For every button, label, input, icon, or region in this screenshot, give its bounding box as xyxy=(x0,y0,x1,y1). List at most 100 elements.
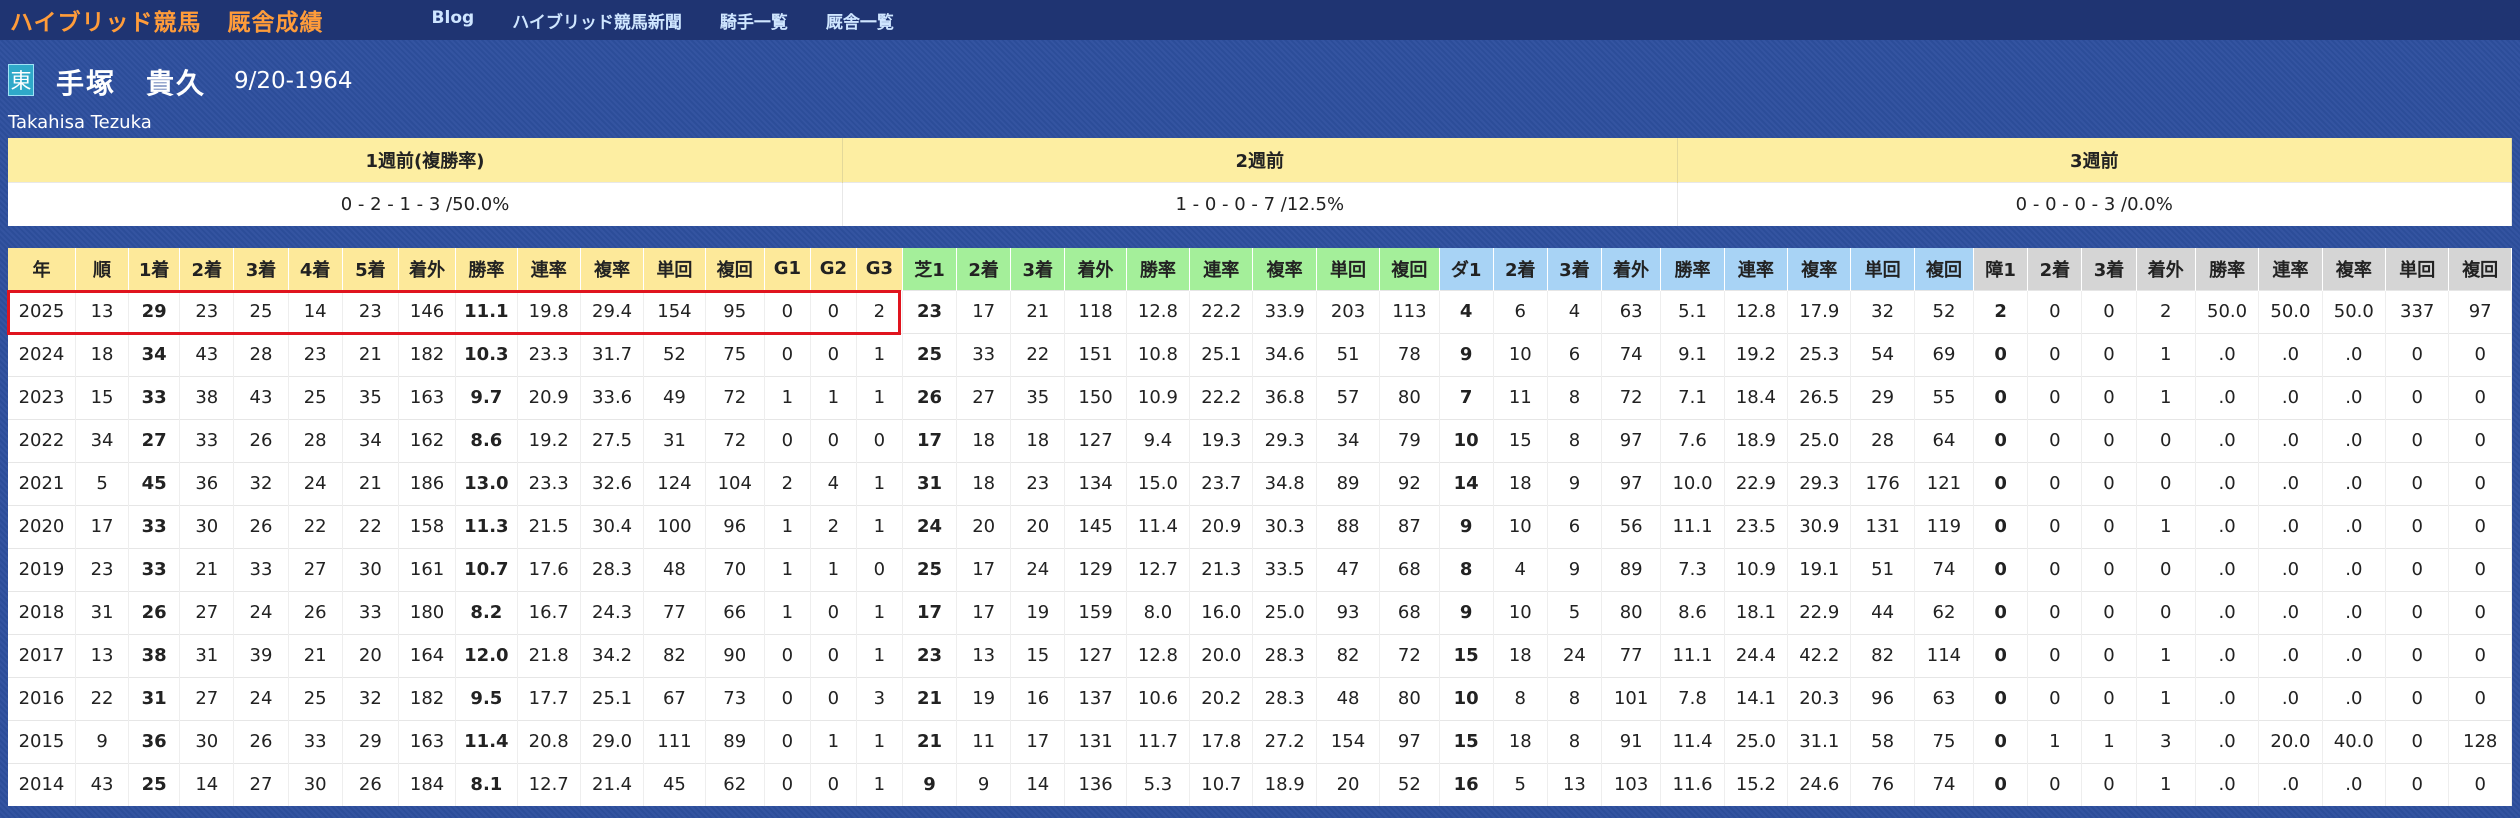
stats-cell: 18 xyxy=(956,461,1012,505)
stats-cell: 1 xyxy=(764,504,811,548)
stats-col-header[interactable]: 複率 xyxy=(580,248,645,290)
stats-col-header[interactable]: 2着 xyxy=(1493,248,1548,290)
stats-col-header[interactable]: 障1 xyxy=(1973,248,2029,290)
stats-cell: 31 xyxy=(643,418,706,462)
trainer-name: 手塚 貴久 xyxy=(56,67,207,100)
stats-cell: 0 xyxy=(2385,504,2450,548)
stats-cell: 16.0 xyxy=(1189,590,1254,634)
stats-col-header[interactable]: 着外 xyxy=(2136,248,2196,290)
stats-col-header[interactable]: 単回 xyxy=(1850,248,1915,290)
stats-cell: 9.5 xyxy=(455,676,518,720)
stats-cell: 3 xyxy=(2136,719,2196,763)
stats-cell: 1 xyxy=(2136,762,2196,806)
stats-col-header[interactable]: 勝率 xyxy=(455,248,518,290)
stats-cell: 21 xyxy=(342,332,399,376)
stats-col-header[interactable]: 着外 xyxy=(398,248,457,290)
stats-cell: 101 xyxy=(1601,676,1662,720)
site-brand[interactable]: ハイブリッド競馬 xyxy=(10,3,202,37)
stats-cell: 29.3 xyxy=(1787,461,1852,505)
stats-cell: 136 xyxy=(1064,762,1127,806)
stats-col-header[interactable]: 連率 xyxy=(2258,248,2323,290)
stats-col-header[interactable]: 年 xyxy=(8,248,76,290)
stats-cell: 79 xyxy=(1379,418,1440,462)
stats-col-header[interactable]: 複回 xyxy=(2448,248,2512,290)
stats-cell: .0 xyxy=(2195,719,2260,763)
stats-cell: 31 xyxy=(75,590,130,634)
stats-cell: 8.6 xyxy=(455,418,518,462)
stats-col-header[interactable]: 複率 xyxy=(1252,248,1317,290)
stats-cell: 12.8 xyxy=(1724,289,1789,333)
stats-cell: 87 xyxy=(1379,504,1440,548)
stats-cell: 163 xyxy=(398,375,457,419)
nav-stable-list[interactable]: 厩舎一覧 xyxy=(826,8,894,33)
nav-jockey-list[interactable]: 騎手一覧 xyxy=(720,8,788,33)
stats-col-header[interactable]: 順 xyxy=(75,248,130,290)
stats-cell: 11.4 xyxy=(1126,504,1191,548)
stats-col-header[interactable]: G1 xyxy=(764,248,811,290)
stats-col-header[interactable]: 勝率 xyxy=(2195,248,2260,290)
stats-cell: 4 xyxy=(810,461,857,505)
stats-col-header[interactable]: 2着 xyxy=(956,248,1012,290)
stats-cell: 121 xyxy=(1914,461,1975,505)
stats-col-header[interactable]: 単回 xyxy=(1316,248,1381,290)
stats-cell: 337 xyxy=(2385,289,2450,333)
stats-cell: 24 xyxy=(233,676,289,720)
stats-col-header[interactable]: 着外 xyxy=(1064,248,1127,290)
stats-col-header[interactable]: 複回 xyxy=(1379,248,1440,290)
stats-cell: 74 xyxy=(1914,762,1975,806)
stats-col-header[interactable]: 2着 xyxy=(2027,248,2083,290)
stats-cell: 1 xyxy=(810,375,857,419)
stats-cell: 20.2 xyxy=(1189,676,1254,720)
stats-cell: 21.5 xyxy=(517,504,581,548)
stats-col-header[interactable]: 3着 xyxy=(1010,248,1066,290)
stats-col-header[interactable]: 1着 xyxy=(128,248,181,290)
stats-cell: 1 xyxy=(2081,719,2137,763)
stats-cell: 25.0 xyxy=(1724,719,1789,763)
nav-blog[interactable]: Blog xyxy=(432,8,475,33)
stats-cell: 19.1 xyxy=(1787,547,1852,591)
stats-cell: 25.0 xyxy=(1252,590,1317,634)
stats-col-header[interactable]: 4着 xyxy=(288,248,343,290)
stats-col-header[interactable]: ダ1 xyxy=(1439,248,1494,290)
stats-cell: 124 xyxy=(643,461,706,505)
site-section-title[interactable]: 厩舎成績 xyxy=(228,3,324,37)
stats-col-header[interactable]: 複率 xyxy=(1787,248,1852,290)
stats-cell: 0 xyxy=(2448,633,2512,677)
stats-cell: 23 xyxy=(75,547,130,591)
stats-col-header[interactable]: 複率 xyxy=(2322,248,2387,290)
stats-cell: 33 xyxy=(956,332,1012,376)
stats-col-header[interactable]: 5着 xyxy=(342,248,399,290)
trainer-header: 東 手塚 貴久 9/20-1964 xyxy=(0,40,2520,120)
stats-cell: 64 xyxy=(1914,418,1975,462)
stats-col-header[interactable]: 連率 xyxy=(1724,248,1789,290)
stats-cell: 56 xyxy=(1601,504,1662,548)
stats-col-header[interactable]: 複回 xyxy=(705,248,765,290)
stats-col-header[interactable]: 複回 xyxy=(1914,248,1975,290)
stats-col-header[interactable]: 2着 xyxy=(179,248,235,290)
stats-col-header[interactable]: 3着 xyxy=(233,248,289,290)
stats-col-header[interactable]: 着外 xyxy=(1601,248,1662,290)
stats-col-header[interactable]: 単回 xyxy=(2385,248,2450,290)
stats-col-header[interactable]: 連率 xyxy=(517,248,581,290)
stats-cell: 10 xyxy=(1439,676,1494,720)
stats-cell: 15.2 xyxy=(1724,762,1789,806)
stats-col-header[interactable]: 連率 xyxy=(1189,248,1254,290)
stats-col-header[interactable]: 3着 xyxy=(1547,248,1603,290)
stats-col-header[interactable]: 3着 xyxy=(2081,248,2137,290)
stats-cell: 29 xyxy=(1850,375,1915,419)
stats-cell: 17.7 xyxy=(517,676,581,720)
stats-cell: .0 xyxy=(2195,633,2260,677)
stats-col-header[interactable]: 芝1 xyxy=(902,248,958,290)
stats-col-header[interactable]: 勝率 xyxy=(1660,248,1725,290)
stats-col-header[interactable]: G3 xyxy=(856,248,903,290)
stats-col-header[interactable]: G2 xyxy=(810,248,857,290)
stats-cell: 82 xyxy=(1316,633,1381,677)
stats-col-header[interactable]: 勝率 xyxy=(1126,248,1191,290)
stats-col-header[interactable]: 単回 xyxy=(643,248,706,290)
stats-cell: 159 xyxy=(1064,590,1127,634)
stats-cell: 0 xyxy=(1973,547,2029,591)
stats-cell: 72 xyxy=(705,418,765,462)
nav-newspaper[interactable]: ハイブリッド競馬新聞 xyxy=(512,8,682,33)
stats-cell: 128 xyxy=(2448,719,2512,763)
stats-cell: 33 xyxy=(128,547,181,591)
